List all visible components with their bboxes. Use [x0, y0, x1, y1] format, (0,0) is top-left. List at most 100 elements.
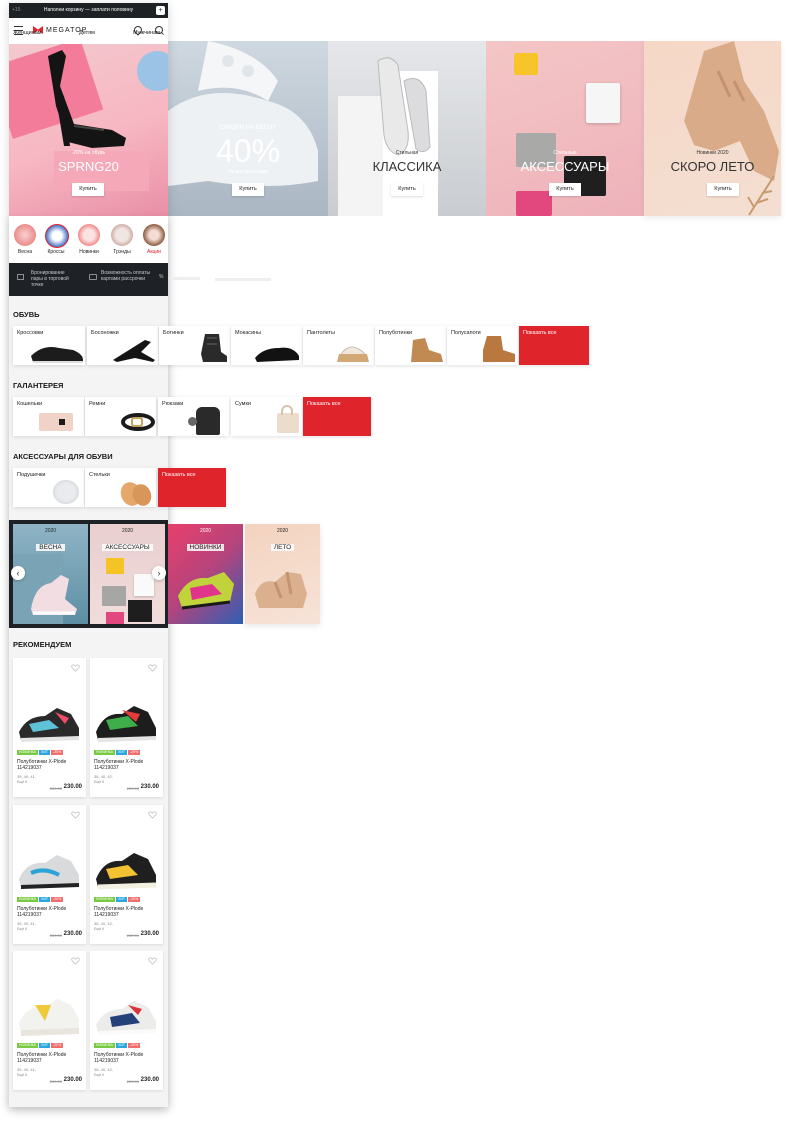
show-all-accessories-button[interactable]: Показать все	[158, 468, 226, 507]
product-more-sizes[interactable]: Ещё 6	[17, 1073, 27, 1077]
product-card[interactable]: НОВИНКА ХИТ -20% Полуботинки X-Plode 11421…	[13, 658, 86, 797]
badge-sale: -20%	[128, 1043, 141, 1048]
moccasin-image	[255, 347, 299, 362]
bag-white-image	[134, 574, 154, 596]
heart-icon[interactable]	[148, 664, 157, 672]
product-card[interactable]: НОВИНКА ХИТ -20% Полуботинки X-Plode 11421…	[13, 951, 86, 1090]
suede-boot-image	[483, 336, 515, 362]
category-card[interactable]: Пантолеты	[303, 326, 374, 365]
category-trends-icon[interactable]	[111, 224, 133, 246]
promo-topbar[interactable]: +15 Наполни корзину — заплати половину +	[9, 3, 168, 18]
buy-button[interactable]: Купить	[549, 183, 581, 196]
badge-hit: ХИТ	[116, 750, 128, 755]
category-card[interactable]: Ремни	[85, 397, 156, 436]
carousel-prev-arrow[interactable]: ‹	[11, 566, 25, 580]
category-label[interactable]: Весна	[10, 249, 40, 255]
promo-name: НОВИНКИ	[168, 536, 243, 554]
heart-icon[interactable]	[71, 664, 80, 672]
plus-icon[interactable]: +	[156, 6, 165, 15]
section-title-recommend: РЕКОМЕНДУЕМ	[13, 640, 72, 649]
info-item-payment: Возможность оплаты картами рассрочки	[101, 270, 151, 282]
nav-women[interactable]: Женщинам	[13, 30, 42, 36]
category-label[interactable]: Кроссы	[41, 249, 71, 255]
category-label[interactable]: Акции	[139, 249, 169, 255]
sneaker-image	[96, 853, 157, 890]
promo-card-new[interactable]: 2020 НОВИНКИ	[168, 524, 243, 624]
category-new-icon[interactable]	[78, 224, 100, 246]
product-more-sizes[interactable]: Ещё 6	[17, 780, 27, 784]
show-all-label: Показать все	[162, 472, 196, 478]
badge-hit: ХИТ	[116, 897, 128, 902]
product-old-price: 280.00	[49, 1079, 62, 1084]
product-name[interactable]: Полуботинки X-Plode 114219037	[94, 1052, 160, 1064]
category-card[interactable]: Стельки	[85, 468, 156, 507]
promo-name: ВЕСНА	[13, 536, 88, 554]
card-label: Мокасины	[235, 330, 262, 336]
boot-image	[201, 334, 227, 362]
product-card[interactable]: НОВИНКА ХИТ -20% Полуботинки X-Plode 11421…	[13, 805, 86, 944]
heart-icon[interactable]	[148, 957, 157, 965]
product-card[interactable]: НОВИНКА ХИТ -20% Полуботинки X-Plode 11421…	[90, 805, 163, 944]
carousel-next-arrow[interactable]: ›	[152, 566, 166, 580]
heart-icon[interactable]	[71, 811, 80, 819]
product-card[interactable]: НОВИНКА ХИТ -20% Полуботинки X-Plode 11421…	[90, 951, 163, 1090]
category-card[interactable]: Сумки	[231, 397, 302, 436]
category-card[interactable]: Полуботинки	[375, 326, 446, 365]
product-sizes: 39, 40, 41,	[17, 921, 36, 926]
category-sale-icon[interactable]	[143, 224, 165, 246]
hero-banner-4[interactable]: Стильные АКСЕССУАРЫ Купить	[486, 41, 644, 216]
category-label[interactable]: Новинки	[74, 249, 104, 255]
info-strip: Бронирование пары в торговой точке Возмо…	[9, 263, 168, 296]
badge-sale: -20%	[51, 897, 64, 902]
category-label[interactable]: Трэнды	[107, 249, 137, 255]
show-all-haberdashery-button[interactable]: Показать все	[303, 397, 371, 436]
card-icon	[89, 274, 97, 280]
category-card[interactable]: Ботинки	[159, 326, 230, 365]
nav-men[interactable]: Мужчинам	[133, 30, 160, 36]
category-spring-icon[interactable]	[14, 224, 36, 246]
category-card[interactable]: Полусапоги	[447, 326, 518, 365]
product-name[interactable]: Полуботинки X-Plode 114219037	[94, 759, 160, 771]
product-more-sizes[interactable]: Ещё 6	[94, 927, 104, 931]
heart-icon[interactable]	[71, 957, 80, 965]
hero-banner-2[interactable]: СКИДКИ НА ВЕСНУ 40% На все кроссовки Куп…	[168, 41, 328, 216]
sneaker-image	[19, 999, 80, 1036]
buy-button[interactable]: Купить	[707, 183, 739, 196]
badge-sale: -20%	[128, 897, 141, 902]
product-more-sizes[interactable]: Ещё 6	[94, 1073, 104, 1077]
hero-banner-3[interactable]: Стильная КЛАССИКА Купить	[328, 41, 486, 216]
buy-button[interactable]: Купить	[232, 183, 264, 196]
show-all-shoes-button[interactable]: Показать все	[519, 326, 589, 365]
info-ghost	[215, 278, 271, 281]
backpack-pompom	[188, 417, 197, 426]
info-ghost	[170, 277, 200, 280]
product-old-price: 280.00	[49, 786, 62, 791]
product-old-price: 280.00	[126, 1079, 139, 1084]
product-card[interactable]: НОВИНКА ХИТ -20% Полуботинки X-Plode 11421…	[90, 658, 163, 797]
nav-kids[interactable]: Детям	[79, 30, 95, 36]
category-card[interactable]: Кошельки	[13, 397, 84, 436]
category-card[interactable]: Мокасины	[231, 326, 302, 365]
section-title-accessories: АКСЕССУАРЫ ДЛЯ ОБУВИ	[13, 452, 113, 461]
product-more-sizes[interactable]: Ещё 6	[17, 927, 27, 931]
product-name[interactable]: Полуботинки X-Plode 114219037	[17, 906, 83, 918]
badges: НОВИНКА ХИТ -20%	[17, 1043, 64, 1048]
product-name[interactable]: Полуботинки X-Plode 114219037	[17, 759, 83, 771]
buy-button[interactable]: Купить	[391, 183, 423, 196]
bag-white-image	[586, 83, 620, 123]
category-card[interactable]: Подушечки	[13, 468, 84, 507]
heart-icon[interactable]	[148, 811, 157, 819]
category-card[interactable]: Кроссовки	[13, 326, 85, 365]
hero-banner-5[interactable]: Новинки 2020 СКОРО ЛЕТО Купить	[644, 41, 781, 216]
category-sneakers-icon[interactable]	[45, 224, 69, 248]
category-card[interactable]: Рюкзаки	[158, 397, 229, 436]
badge-new: НОВИНКА	[94, 1043, 116, 1048]
promo-card-summer[interactable]: 2020 ЛЕТО	[245, 524, 320, 624]
handbag-image	[277, 413, 299, 433]
section-title-shoes: ОБУВЬ	[13, 310, 40, 319]
product-name[interactable]: Полуботинки X-Plode 114219037	[17, 1052, 83, 1064]
category-card[interactable]: Босоножки	[87, 326, 158, 365]
product-name[interactable]: Полуботинки X-Plode 114219037	[94, 906, 160, 918]
product-more-sizes[interactable]: Ещё 6	[94, 780, 104, 784]
badge-sale: -20%	[128, 750, 141, 755]
